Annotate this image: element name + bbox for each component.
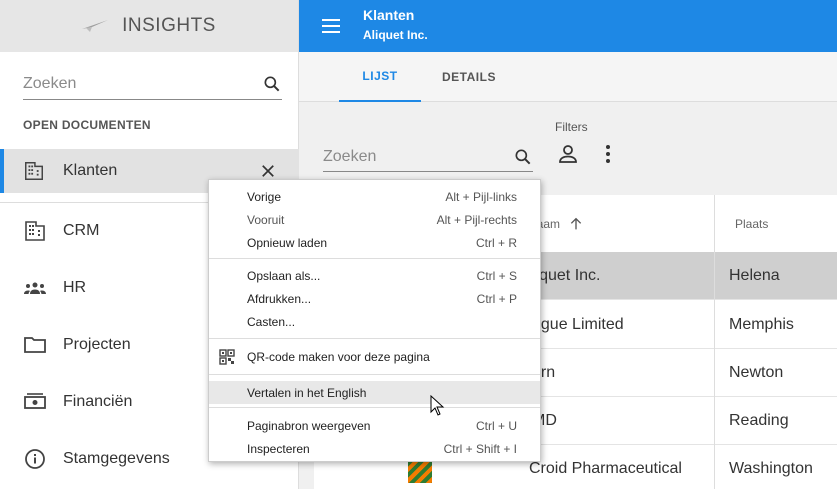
tab-details[interactable]: DETAILS: [429, 52, 509, 102]
sidebar-item-label: Stamgegevens: [63, 450, 170, 467]
building-icon: [25, 221, 45, 241]
filters-label: Filters: [555, 120, 588, 134]
menu-item-shortcut: Ctrl + Shift + I: [443, 441, 517, 456]
menu-separator: [209, 258, 540, 259]
menu-item-opnieuw-laden[interactable]: Opnieuw laden Ctrl + R: [209, 231, 540, 254]
logo-icon: [82, 20, 109, 32]
info-icon: [25, 449, 45, 469]
menu-item-paginabron[interactable]: Paginabron weergeven Ctrl + U: [209, 414, 540, 437]
menu-item-label: Vorige: [247, 189, 282, 204]
filter-search-placeholder: Zoeken: [323, 147, 377, 165]
cell-name: ugue Limited: [532, 316, 624, 333]
cell-place: Memphis: [729, 316, 794, 333]
tab-lijst[interactable]: LIJST: [339, 52, 421, 102]
app-name: INSIGHTS: [122, 15, 216, 36]
company-logo-thumbnail: [408, 461, 432, 483]
sidebar-item-label: HR: [63, 279, 87, 296]
menu-item-casten[interactable]: Casten...: [209, 310, 540, 333]
sidebar-search-placeholder: Zoeken: [23, 74, 77, 92]
cell-place: Reading: [729, 412, 789, 429]
menu-separator: [209, 338, 540, 339]
menu-item-label: Inspecteren: [247, 441, 310, 456]
context-menu: Vorige Alt + Pijl-links Vooruit Alt + Pi…: [208, 179, 541, 462]
menu-item-label: QR-code maken voor deze pagina: [247, 349, 430, 364]
search-icon[interactable]: [513, 147, 533, 167]
menu-item-inspecteren[interactable]: Inspecteren Ctrl + Shift + I: [209, 437, 540, 460]
column-divider: [714, 195, 715, 489]
menu-item-label: Vooruit: [247, 212, 285, 227]
column-header-place[interactable]: Plaats: [735, 195, 768, 252]
menu-item-vorige[interactable]: Vorige Alt + Pijl-links: [209, 185, 540, 208]
menu-item-label: Paginabron weergeven: [247, 418, 371, 433]
menu-item-vertalen[interactable]: Vertalen in het English: [209, 381, 540, 404]
more-vert-icon[interactable]: [596, 142, 620, 166]
menu-separator: [209, 407, 540, 408]
building-icon: [25, 162, 43, 180]
app-header: INSIGHTS: [0, 0, 298, 52]
menu-item-opslaan-als[interactable]: Opslaan als... Ctrl + S: [209, 264, 540, 287]
menu-item-shortcut: Ctrl + R: [475, 235, 517, 250]
sidebar-item-label: Financiën: [63, 393, 133, 410]
column-header-name[interactable]: laam: [534, 195, 584, 252]
cell-place: Washington: [729, 460, 813, 477]
open-document-label: Klanten: [63, 162, 118, 179]
filter-search-input[interactable]: Zoeken: [323, 142, 533, 172]
mouse-cursor-icon: [430, 395, 445, 416]
people-icon: [24, 282, 46, 294]
menu-item-qr-code[interactable]: QR-code maken voor deze pagina: [209, 345, 540, 368]
sort-arrow-up-icon: [570, 217, 582, 229]
folder-icon: [24, 337, 46, 353]
cell-name: liquet Inc.: [532, 267, 601, 284]
sidebar-item-label: CRM: [63, 222, 100, 239]
menu-item-label: Opslaan als...: [247, 268, 321, 283]
menu-item-label: Casten...: [247, 314, 296, 329]
menu-separator: [209, 374, 540, 375]
menu-item-shortcut: Ctrl + P: [476, 291, 517, 306]
top-app-bar: Klanten Aliquet Inc.: [299, 0, 837, 52]
close-icon[interactable]: [259, 162, 277, 180]
person-filter-icon[interactable]: [556, 142, 580, 166]
money-icon: [24, 393, 46, 409]
menu-item-shortcut: Ctrl + S: [476, 268, 517, 283]
search-icon[interactable]: [262, 74, 282, 94]
sidebar-search-input[interactable]: Zoeken: [23, 68, 282, 100]
menu-item-afdrukken[interactable]: Afdrukken... Ctrl + P: [209, 287, 540, 310]
cell-name: Croid Pharmaceutical: [529, 460, 682, 477]
page-title: Klanten: [363, 7, 415, 23]
qr-code-icon: [219, 349, 235, 365]
menu-item-vooruit[interactable]: Vooruit Alt + Pijl-rechts: [209, 208, 540, 231]
cell-place: Newton: [729, 364, 784, 381]
menu-item-label: Afdrukken...: [247, 291, 312, 306]
sidebar-item-label: Projecten: [63, 336, 131, 353]
menu-item-shortcut: Alt + Pijl-links: [445, 189, 517, 204]
menu-item-label: Opnieuw laden: [247, 235, 328, 250]
menu-item-label: Vertalen in het English: [247, 385, 367, 400]
menu-item-shortcut: Ctrl + U: [475, 418, 517, 433]
page-subtitle: Aliquet Inc.: [363, 28, 428, 42]
menu-item-shortcut: Alt + Pijl-rechts: [436, 212, 517, 227]
open-documents-title: OPEN DOCUMENTEN: [23, 118, 151, 132]
cell-place: Helena: [729, 267, 780, 284]
tab-bar: LIJST DETAILS: [299, 52, 837, 102]
menu-icon[interactable]: [319, 14, 343, 38]
